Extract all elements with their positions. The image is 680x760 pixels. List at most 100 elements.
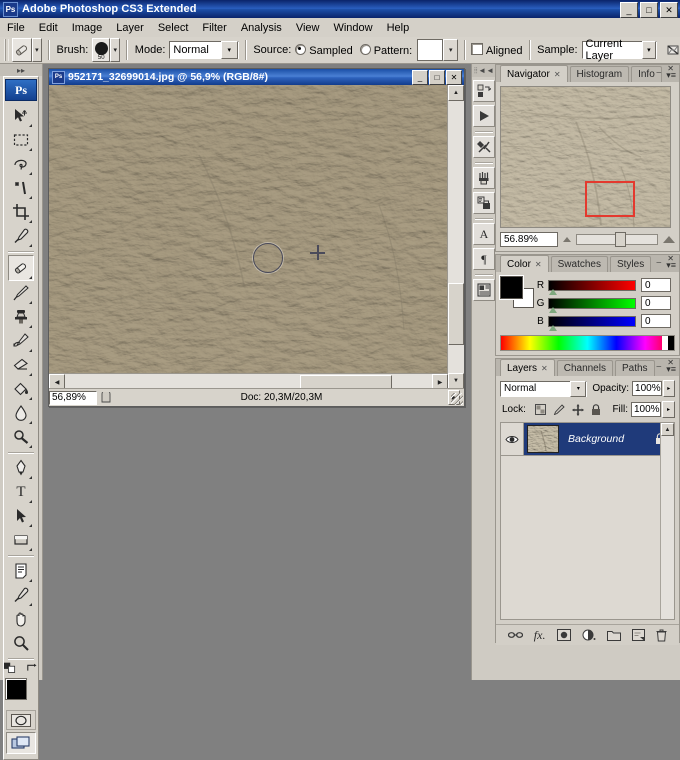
layer-comps-panel-icon[interactable] [473, 279, 495, 301]
paragraph-panel-icon[interactable]: ¶ [473, 248, 495, 270]
source-pattern-radio[interactable]: Pattern: [359, 43, 412, 57]
menu-edit[interactable]: Edit [32, 20, 65, 36]
tool-preset-dropdown[interactable]: ▾ [31, 38, 42, 62]
hand-tool[interactable] [9, 607, 33, 631]
pattern-swatch[interactable] [417, 39, 444, 61]
history-brush-tool[interactable] [9, 329, 33, 353]
menu-filter[interactable]: Filter [195, 20, 233, 36]
brush-preview[interactable]: 50 [92, 38, 111, 62]
layer-thumbnail[interactable] [527, 425, 559, 453]
dodge-tool[interactable] [9, 425, 33, 449]
panel-menu-icon[interactable]: ▾≡ [666, 261, 676, 270]
window-resize-grip[interactable] [451, 393, 463, 405]
tab-swatches[interactable]: Swatches [550, 256, 608, 272]
brush-picker-dropdown[interactable]: ▾ [110, 38, 121, 62]
zoom-tool[interactable] [9, 631, 33, 655]
screen-mode-button[interactable] [6, 732, 36, 754]
pen-tool[interactable] [9, 456, 33, 480]
scroll-up-button[interactable]: ▲ [448, 85, 464, 101]
fill-stepper[interactable]: ▸ [662, 401, 675, 418]
tab-layers[interactable]: Layers ✕ [500, 359, 555, 376]
navigator-thumbnail[interactable] [500, 86, 671, 228]
tab-navigator[interactable]: Navigator ✕ [500, 65, 568, 82]
color-sampler-tool[interactable] [9, 583, 33, 607]
layer-scroll-up-button[interactable]: ▲ [661, 423, 674, 436]
layer-list-scrollbar[interactable]: ▲ [660, 423, 674, 619]
channel-r-slider[interactable] [548, 279, 636, 295]
brush-tool[interactable] [9, 281, 33, 305]
lock-position-icon[interactable] [572, 404, 584, 416]
crop-tool[interactable] [9, 200, 33, 224]
menu-window[interactable]: Window [326, 20, 379, 36]
layer-list[interactable]: Background ▲ [500, 422, 675, 620]
layer-row-background[interactable]: Background [501, 423, 674, 456]
new-adjustment-layer-icon[interactable] [582, 629, 596, 641]
current-tool-icon[interactable] [11, 38, 32, 62]
document-close-button[interactable]: ✕ [446, 70, 462, 85]
minimize-button[interactable]: _ [620, 2, 638, 18]
default-colors-icon[interactable] [4, 662, 16, 674]
document-titlebar[interactable]: Ps 952171_32699014.jpg @ 56,9% (RGB/8#) … [49, 69, 464, 85]
maximize-button[interactable]: □ [640, 2, 658, 18]
tab-paths[interactable]: Paths [614, 360, 655, 376]
document-maximize-button[interactable]: □ [429, 70, 445, 85]
menu-layer[interactable]: Layer [109, 20, 151, 36]
clone-stamp-tool[interactable] [9, 305, 33, 329]
source-sampled-radio[interactable]: Sampled [295, 43, 353, 57]
vertical-scroll-thumb[interactable] [448, 283, 464, 345]
channel-b-slider[interactable] [548, 315, 636, 331]
channel-r-value[interactable]: 0 [641, 278, 671, 292]
lock-transparency-icon[interactable] [534, 404, 546, 415]
zoom-level-input[interactable]: 56,89% [49, 390, 97, 405]
brushes-panel-icon[interactable] [473, 167, 495, 189]
move-tool[interactable] [9, 104, 33, 128]
type-tool[interactable]: T [9, 480, 33, 504]
lasso-tool[interactable] [9, 152, 33, 176]
layer-style-fx-icon[interactable]: fx. [534, 628, 546, 643]
panel-menu-icon[interactable]: ▾≡ [666, 365, 676, 374]
options-bar-grip[interactable] [4, 39, 9, 61]
color-spectrum-ramp[interactable] [500, 335, 675, 351]
channel-r-knob[interactable] [549, 288, 557, 295]
channel-b-value[interactable]: 0 [641, 314, 671, 328]
notes-tool[interactable] [9, 559, 33, 583]
zoom-slider-knob[interactable] [615, 232, 627, 247]
eyedropper-tool[interactable] [9, 224, 33, 248]
paint-bucket-tool[interactable] [9, 377, 33, 401]
close-button[interactable]: ✕ [660, 2, 678, 18]
new-group-icon[interactable] [607, 630, 622, 641]
navigator-zoom-input[interactable]: 56.89% [500, 232, 558, 247]
path-selection-tool[interactable] [9, 504, 33, 528]
channel-g-value[interactable]: 0 [641, 296, 671, 310]
swap-colors-icon[interactable] [26, 662, 38, 674]
zoom-out-icon[interactable] [563, 237, 571, 242]
layer-name[interactable]: Background [568, 433, 655, 445]
actions-panel-icon[interactable] [473, 105, 495, 127]
ignore-adjustment-layers-button[interactable] [666, 43, 680, 57]
blur-tool[interactable] [9, 401, 33, 425]
toolbox-collapse-button[interactable]: ▸▸ [0, 64, 42, 76]
layer-blend-mode-select[interactable]: Normal ▾ [500, 380, 588, 397]
opacity-stepper[interactable]: ▸ [662, 380, 675, 397]
channel-b-knob[interactable] [549, 324, 557, 331]
new-layer-icon[interactable] [632, 629, 646, 641]
channel-g-knob[interactable] [549, 306, 557, 313]
image-canvas[interactable] [49, 85, 448, 387]
character-panel-icon[interactable]: A [473, 223, 495, 245]
lock-all-icon[interactable] [591, 403, 601, 416]
tab-styles[interactable]: Styles [609, 256, 652, 272]
lock-image-icon[interactable] [553, 404, 565, 415]
menu-file[interactable]: File [0, 20, 32, 36]
opacity-value[interactable]: 100% [632, 381, 662, 396]
close-icon[interactable]: ✕ [541, 364, 548, 373]
clone-source-panel-icon[interactable] [473, 192, 495, 214]
fill-value[interactable]: 100% [631, 402, 661, 417]
document-minimize-button[interactable]: _ [412, 70, 428, 85]
delete-layer-icon[interactable] [656, 629, 667, 642]
menu-view[interactable]: View [289, 20, 327, 36]
link-layers-icon[interactable] [507, 630, 523, 640]
close-icon[interactable]: ✕ [554, 70, 561, 79]
eraser-tool[interactable] [9, 353, 33, 377]
canvas-vertical-scrollbar[interactable]: ▲ ▼ [447, 85, 464, 389]
pattern-picker-dropdown[interactable]: ▾ [443, 39, 459, 61]
